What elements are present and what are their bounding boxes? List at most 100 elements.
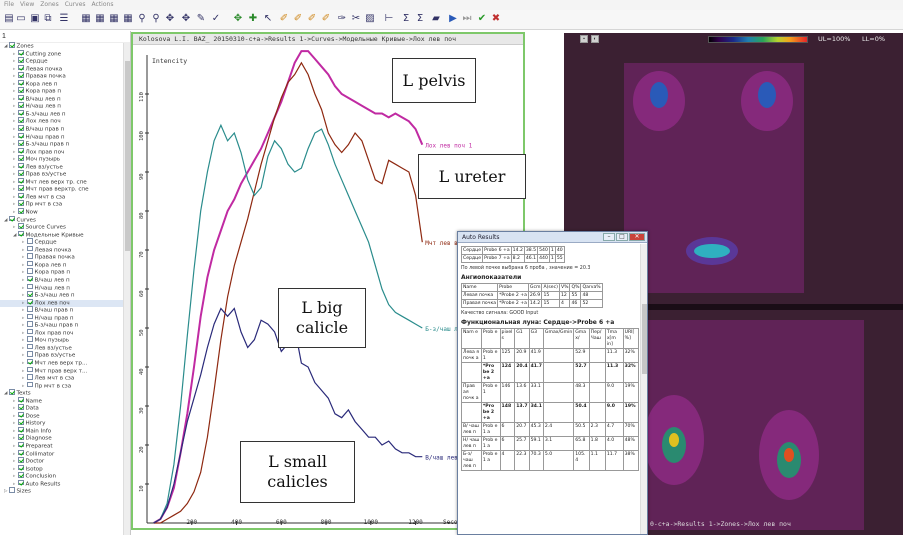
confirm-icon[interactable]: ✔ [476, 13, 488, 25]
tree-item[interactable]: ▹ Лох лев поч [0, 298, 130, 308]
zoom-in-icon[interactable]: ⚲ [136, 13, 148, 25]
draw-icon[interactable]: ✑ [336, 13, 348, 25]
sum-icon[interactable]: Σ [400, 13, 412, 25]
tree-item[interactable]: ▹ Лох прав поч [0, 328, 130, 338]
tree-item-checkbox[interactable] [18, 147, 24, 154]
move-icon[interactable]: ✥ [232, 13, 244, 25]
tree-item-checkbox[interactable] [27, 306, 33, 312]
tree-item-checkbox[interactable] [27, 343, 33, 350]
tree-item-checkbox[interactable] [9, 42, 15, 48]
menu-item[interactable]: Curves [65, 0, 86, 10]
tree-item-checkbox[interactable] [27, 358, 33, 365]
tree-item-checkbox[interactable] [27, 253, 33, 259]
pan-icon[interactable]: ✥ [164, 13, 176, 25]
floppy-icon[interactable]: ▣ [29, 13, 41, 25]
tree-item-checkbox[interactable] [18, 57, 24, 63]
tree-item-checkbox[interactable] [18, 140, 24, 146]
auto-results-scroll-thumb[interactable] [642, 304, 647, 374]
tree-item[interactable]: ▹ Пр мчт в сза [0, 381, 130, 391]
range-icon[interactable]: ⊢ [383, 13, 395, 25]
tree-item-checkbox[interactable] [9, 487, 15, 493]
tree-item-checkbox[interactable] [27, 313, 33, 320]
layout-icon[interactable]: ☰ [58, 13, 70, 25]
tree-item-checkbox[interactable] [18, 125, 24, 131]
tree-item[interactable]: ▹ Левая почка [0, 245, 130, 255]
lower-level-label[interactable]: LL=0% [862, 35, 885, 43]
tree-item-checkbox[interactable] [18, 72, 24, 78]
grid-1-icon[interactable]: ▦ [80, 13, 92, 25]
cut-icon[interactable]: ✂ [350, 13, 362, 25]
tree-item-checkbox[interactable] [27, 381, 33, 388]
menu-item[interactable]: File [4, 0, 14, 10]
tree-item[interactable]: ▹ Б-з/чаш прав п [0, 321, 130, 330]
tree-item-checkbox[interactable] [9, 215, 15, 222]
zoom-out-icon[interactable]: ⚲ [150, 13, 162, 25]
tree-scroll-thumb[interactable] [125, 61, 130, 251]
tree-item-checkbox[interactable] [18, 434, 24, 440]
tree-item-checkbox[interactable] [18, 192, 24, 199]
tree-item-checkbox[interactable] [18, 155, 24, 161]
tree-item-checkbox[interactable] [18, 404, 24, 410]
palette-button[interactable]: ▪ [580, 34, 588, 43]
tree-item-checkbox[interactable] [18, 185, 24, 191]
pencil-2-icon[interactable]: ✐ [292, 13, 304, 25]
tree-item-checkbox[interactable] [27, 260, 33, 267]
menu-item[interactable]: Actions [92, 0, 114, 10]
tree-item-checkbox[interactable] [18, 449, 24, 456]
open-icon[interactable]: ▤ [3, 13, 15, 25]
tree-item-checkbox[interactable] [18, 177, 24, 184]
maximize-button[interactable]: □ [616, 233, 628, 241]
tree-item-checkbox[interactable] [18, 457, 24, 463]
eraser-icon[interactable]: ▰ [430, 13, 442, 25]
tree-item-checkbox[interactable] [18, 208, 24, 214]
tree-item-checkbox[interactable] [9, 389, 15, 395]
tree-item-checkbox[interactable] [18, 419, 24, 425]
pencil-3-icon[interactable]: ✐ [306, 13, 318, 25]
tree-item-checkbox[interactable] [27, 291, 33, 297]
play-icon[interactable]: ▶ [447, 13, 459, 25]
menu-item[interactable]: Zones [40, 0, 58, 10]
tree-item-checkbox[interactable] [18, 94, 24, 101]
tree-item[interactable]: ▹ Прав вз/устье [0, 351, 130, 360]
check-zone-icon[interactable]: ✓ [210, 13, 222, 25]
tree-item-checkbox[interactable] [18, 49, 24, 56]
grid-3-icon[interactable]: ▦ [108, 13, 120, 25]
cancel-icon[interactable]: ✖ [490, 13, 502, 25]
color-scale-bar[interactable] [708, 36, 808, 43]
tree-item-checkbox[interactable] [18, 441, 24, 448]
tree-item[interactable]: ▹ Кора лев п [0, 260, 130, 270]
tree-item-checkbox[interactable] [18, 109, 24, 116]
tree-item-checkbox[interactable] [18, 162, 24, 169]
auto-results-scrollbar[interactable] [640, 244, 647, 534]
contrast-button[interactable]: ◐ [591, 34, 599, 43]
cursor-icon[interactable]: ↖ [262, 13, 274, 25]
tree-item-checkbox[interactable] [18, 102, 24, 108]
tree-item-checkbox[interactable] [18, 479, 24, 486]
tree-item[interactable]: ▹ В/чаш лев п [0, 275, 130, 285]
menu-item[interactable]: View [20, 0, 34, 10]
pencil-4-icon[interactable]: ✐ [320, 13, 332, 25]
tree-item-checkbox[interactable] [18, 170, 24, 176]
tree-item-checkbox[interactable] [27, 336, 33, 342]
tree-item-checkbox[interactable] [27, 374, 33, 380]
tree-item-checkbox[interactable] [27, 351, 33, 357]
tree-item[interactable]: ▹ Auto Results [0, 479, 130, 489]
tree-item-checkbox[interactable] [18, 464, 24, 471]
tree-item-checkbox[interactable] [27, 283, 33, 289]
grid-4-icon[interactable]: ▦ [122, 13, 134, 25]
tree-item[interactable]: ▷ Sizes [0, 487, 130, 496]
upper-level-label[interactable]: UL=100% [818, 35, 850, 43]
tree-item-checkbox[interactable] [18, 87, 24, 93]
tree-item[interactable]: ▹ Now [0, 208, 130, 217]
tree-item-checkbox[interactable] [27, 245, 33, 252]
step-icon[interactable]: ⏭ [461, 13, 473, 25]
tree-item[interactable]: ▹ Б-з/чаш лев п [0, 291, 130, 300]
sum-all-icon[interactable]: Σ [414, 13, 426, 25]
tree-item[interactable]: ▹ Моч пузырь [0, 336, 130, 345]
select-icon[interactable]: ✥ [180, 13, 192, 25]
tree-item[interactable]: ▹ Мчт прав верх т... [0, 366, 130, 376]
tree-item-checkbox[interactable] [18, 64, 24, 71]
tree-item-checkbox[interactable] [27, 366, 33, 373]
tree-item-checkbox[interactable] [27, 298, 33, 305]
grid-2-icon[interactable]: ▦ [94, 13, 106, 25]
